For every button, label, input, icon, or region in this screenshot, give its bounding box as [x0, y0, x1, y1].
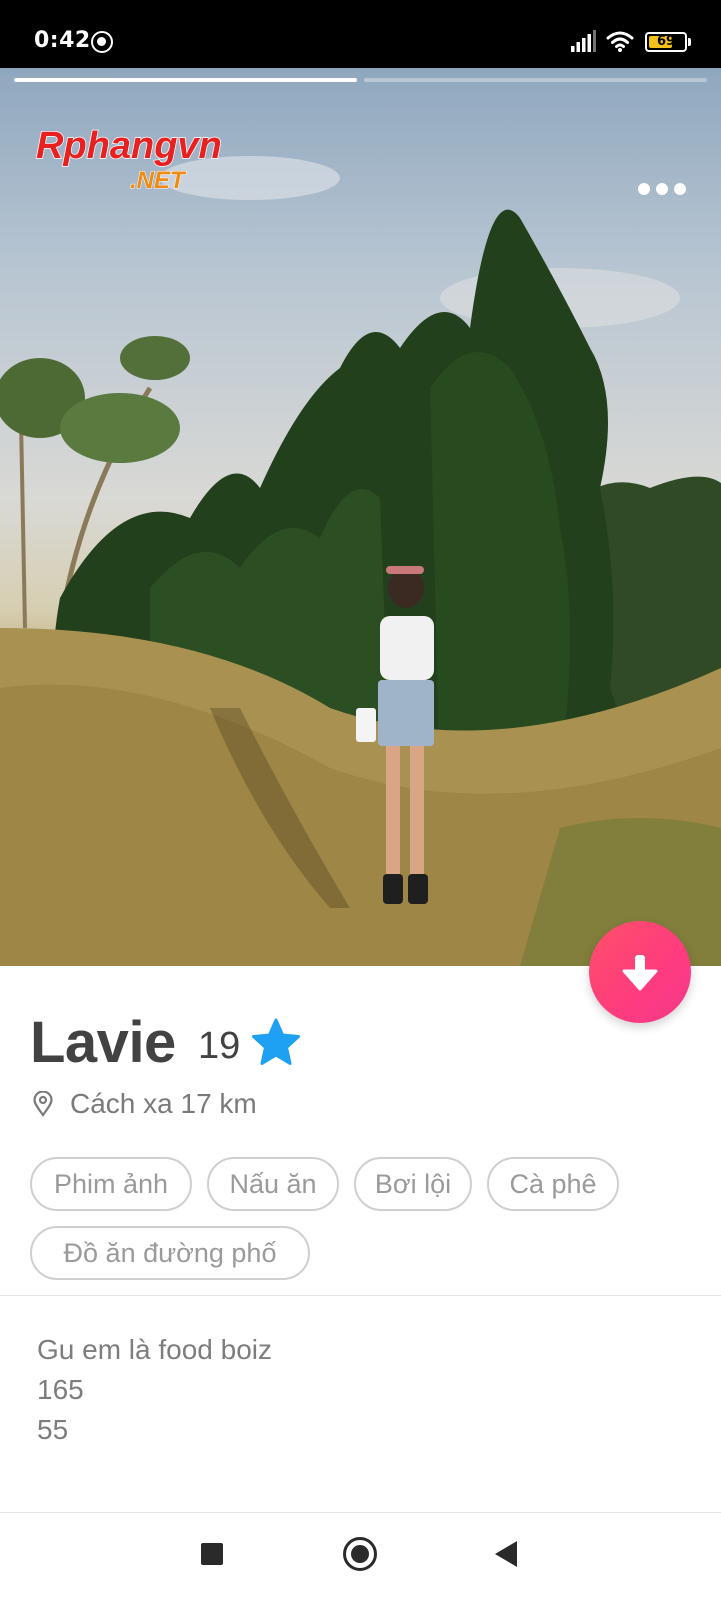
- interest-chip: Nấu ăn: [207, 1157, 339, 1211]
- interest-chip: Phim ảnh: [30, 1157, 192, 1211]
- photo-scene: [0, 156, 721, 966]
- star-icon: [252, 1018, 300, 1065]
- profile-name: Lavie: [30, 1010, 176, 1075]
- interest-chip: Đồ ăn đường phố: [30, 1226, 310, 1280]
- home-button[interactable]: [343, 1537, 377, 1571]
- arrow-down-icon: [622, 955, 658, 991]
- collapse-profile-button[interactable]: [589, 921, 691, 1023]
- profile-age: 19: [198, 1025, 241, 1067]
- signal-icon: [571, 30, 596, 52]
- bio-line: 165: [37, 1374, 84, 1405]
- wifi-icon: [606, 31, 634, 52]
- section-divider: [0, 1295, 721, 1296]
- status-time: 0:42: [34, 28, 91, 53]
- bio-line: 55: [37, 1414, 69, 1445]
- battery-level: 69: [656, 34, 676, 49]
- more-options-button[interactable]: [634, 178, 690, 200]
- location-pin-icon: [33, 1091, 53, 1117]
- distance-text: Cách xa 17 km: [70, 1088, 257, 1119]
- battery-icon: 69: [645, 32, 691, 52]
- navigation-bar: [0, 1513, 721, 1600]
- more-dot-icon: [656, 183, 668, 195]
- interest-chip: Cà phê: [487, 1157, 619, 1211]
- notification-app-icon: [91, 31, 113, 53]
- more-dot-icon: [674, 183, 686, 195]
- recents-button[interactable]: [201, 1543, 223, 1565]
- photo-progress-inactive: [364, 78, 707, 82]
- svg-text:.NET: .NET: [130, 167, 187, 194]
- interest-chip: Bơi lội: [354, 1157, 472, 1211]
- photo-progress-active: [14, 78, 357, 82]
- svg-text:Rphangvn: Rphangvn: [36, 126, 222, 167]
- more-dot-icon: [638, 183, 650, 195]
- back-button[interactable]: [495, 1541, 517, 1567]
- profile-photo[interactable]: Rphangvn .NET: [0, 68, 721, 966]
- bio-line: Gu em là food boiz: [37, 1334, 273, 1365]
- status-bar: 0:42 69: [0, 0, 721, 68]
- watermark-logo: Rphangvn .NET: [36, 126, 223, 195]
